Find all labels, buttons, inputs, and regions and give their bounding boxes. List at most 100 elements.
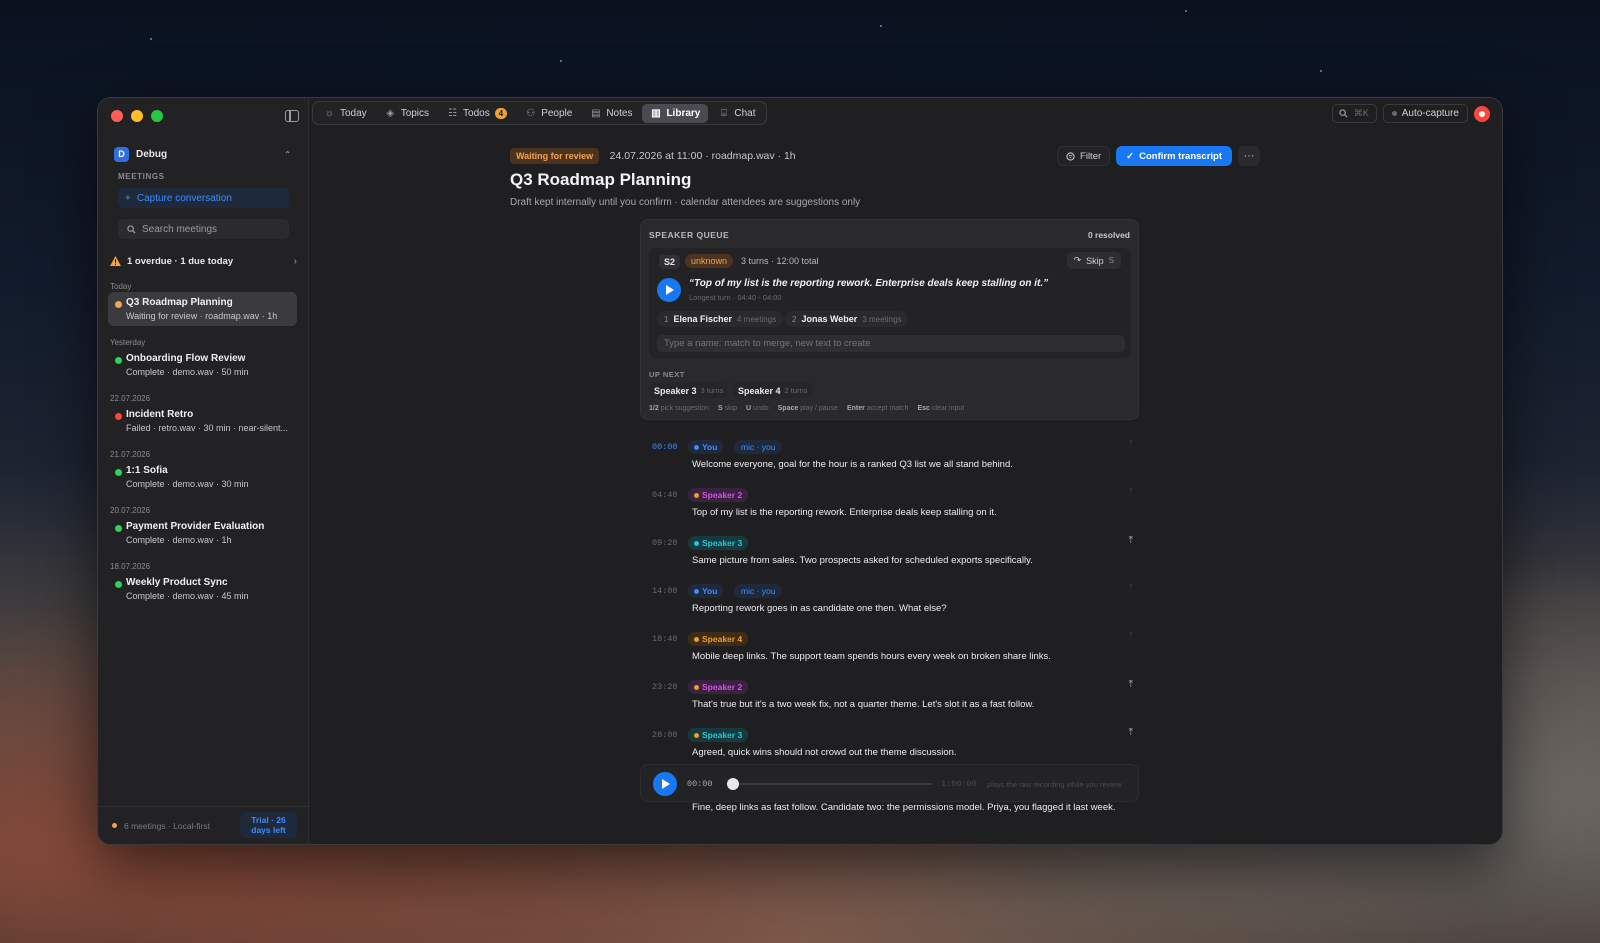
turn-text: Reporting rework goes in as candidate on… bbox=[692, 603, 947, 614]
turn-timestamp[interactable]: 09:20 bbox=[652, 538, 678, 548]
speaker-name-input[interactable] bbox=[657, 335, 1125, 352]
pin-icon[interactable]: ⤒ bbox=[1129, 727, 1133, 738]
more-options-button[interactable]: ··· bbox=[1238, 146, 1260, 166]
turn-text: Same picture from sales. Two prospects a… bbox=[692, 555, 1033, 566]
suggestion-jonas-weber[interactable]: 2 Jonas Weber 3 meetings bbox=[785, 311, 909, 327]
pin-icon[interactable]: ⤒ bbox=[1129, 487, 1133, 498]
speaker-dot bbox=[694, 732, 699, 738]
speaker-chip[interactable]: Speaker 2 bbox=[688, 488, 749, 502]
zoom-window-button[interactable] bbox=[151, 110, 163, 122]
filter-button[interactable]: Filter bbox=[1057, 146, 1111, 166]
speaker-chip[interactable]: Speaker 2 bbox=[688, 680, 749, 694]
turn-text: That's true but it's a two week fix, not… bbox=[692, 699, 1035, 710]
turn-timestamp[interactable]: 04:40 bbox=[652, 490, 678, 500]
star bbox=[150, 38, 152, 40]
page-title: Q3 Roadmap Planning bbox=[510, 170, 692, 189]
turn-text: Agreed, quick wins should not crowd out … bbox=[692, 747, 957, 758]
pin-icon[interactable]: ⤒ bbox=[1129, 439, 1133, 450]
speaker-queue-heading: SPEAKER QUEUE bbox=[649, 230, 730, 240]
up-next-turns: 2 turns bbox=[784, 386, 808, 395]
meeting-item-incident-retro[interactable]: Incident Retro Failed · retro.wav · 30 m… bbox=[108, 404, 297, 438]
transcript-turn[interactable]: 18:40 Speaker 4 Mobile deep links. The s… bbox=[640, 628, 1139, 676]
suggestion-meetings: 4 meetings bbox=[736, 314, 777, 324]
hint: S skip bbox=[717, 405, 738, 412]
up-next-speaker-3[interactable]: Speaker 3 3 turns bbox=[649, 383, 729, 398]
transcript-turn[interactable]: 09:20 Speaker 3 Same picture from sales.… bbox=[640, 532, 1139, 580]
meeting-subtitle: Waiting for review · roadmap.wav · 1h bbox=[126, 311, 278, 321]
minimize-window-button[interactable] bbox=[131, 110, 143, 122]
speaker-chip[interactable]: Speaker 3 bbox=[688, 536, 749, 550]
transcript-turn[interactable]: 23:20 Speaker 2 That's true but it's a t… bbox=[640, 676, 1139, 724]
suggestion-elena-fischer[interactable]: 1 Elena Fischer 4 meetings bbox=[657, 311, 784, 327]
nav-people[interactable]: ⚇ People bbox=[517, 104, 580, 123]
pin-icon[interactable]: ⤒ bbox=[1129, 679, 1133, 690]
turn-text: Top of my list is the reporting rework. … bbox=[692, 507, 997, 518]
nav-label: Topics bbox=[400, 107, 430, 119]
nav-todos[interactable]: ☷ Todos 4 bbox=[439, 104, 515, 123]
transcript-turn[interactable]: 04:40 Speaker 2 Top of my list is the re… bbox=[640, 484, 1139, 532]
turn-timestamp[interactable]: 18:40 bbox=[652, 634, 678, 644]
sun-icon: ☼ bbox=[324, 107, 335, 119]
auto-capture-toggle[interactable]: Auto-capture bbox=[1382, 104, 1468, 123]
turn-timestamp[interactable]: 23:20 bbox=[652, 682, 678, 692]
meeting-title: Q3 Roadmap Planning bbox=[126, 297, 233, 308]
status-dot bbox=[115, 413, 122, 420]
search-icon bbox=[127, 224, 136, 234]
turn-timestamp[interactable]: 28:00 bbox=[652, 730, 678, 740]
meeting-meta: 24.07.2026 at 11:00 · roadmap.wav · 1h bbox=[609, 150, 796, 162]
nav-today[interactable]: ☼ Today bbox=[316, 104, 375, 123]
speaker-chip[interactable]: You bbox=[688, 584, 724, 598]
player-scrub-handle[interactable] bbox=[727, 778, 739, 790]
transcript-turn[interactable]: 00:00 You mic · you Welcome everyone, go… bbox=[640, 436, 1139, 484]
meeting-item-weekly-sync[interactable]: Weekly Product Sync Complete · demo.wav … bbox=[108, 572, 297, 606]
trial-badge[interactable]: Trial · 26 days left bbox=[240, 812, 297, 838]
turn-timestamp[interactable]: 14:00 bbox=[652, 586, 678, 596]
up-next-speaker-4[interactable]: Speaker 4 2 turns bbox=[733, 383, 813, 398]
player-scrubber[interactable] bbox=[729, 783, 932, 785]
meeting-item-sofia[interactable]: 1:1 Sofia Complete · demo.wav · 30 min bbox=[108, 460, 297, 494]
longest-turn: Longest turn · 04:40 - 04:00 bbox=[689, 293, 782, 302]
command-search-button[interactable]: ⌘K bbox=[1331, 104, 1377, 123]
speaker-dot bbox=[694, 588, 699, 594]
player-total-time: 1:00:00 bbox=[941, 779, 977, 789]
sidebar-toggle-icon[interactable] bbox=[285, 110, 299, 122]
suggestion-number: 2 bbox=[792, 314, 797, 324]
nav-label: Chat bbox=[734, 107, 756, 119]
confirm-transcript-button[interactable]: ✓ Confirm transcript bbox=[1116, 146, 1232, 166]
speaker-name: Speaker 3 bbox=[702, 538, 743, 548]
nav-notes[interactable]: ▤ Notes bbox=[582, 104, 640, 123]
nav-label: People bbox=[541, 107, 573, 119]
search-meetings-input[interactable]: Search meetings bbox=[118, 219, 289, 239]
nav-library[interactable]: ▥ Library bbox=[642, 103, 709, 123]
turn-timestamp[interactable]: 00:00 bbox=[652, 442, 678, 452]
nav-topics[interactable]: ◈ Topics bbox=[377, 104, 437, 123]
skip-button[interactable]: ↷ Skip S bbox=[1066, 252, 1121, 269]
pin-icon[interactable]: ⤒ bbox=[1129, 535, 1133, 546]
up-next-name: Speaker 4 bbox=[738, 385, 781, 396]
meeting-subtitle: Complete · demo.wav · 50 min bbox=[126, 367, 249, 377]
pin-icon[interactable]: ⤒ bbox=[1129, 583, 1133, 594]
play-sample-button[interactable] bbox=[657, 278, 681, 302]
close-window-button[interactable] bbox=[111, 110, 123, 122]
local-status-dot bbox=[112, 823, 117, 828]
speaker-chip[interactable]: Speaker 4 bbox=[688, 632, 749, 646]
speaker-id-badge: S2 bbox=[659, 255, 681, 269]
nav-chat[interactable]: ⌸ Chat bbox=[710, 104, 763, 123]
due-alert[interactable]: 1 overdue · 1 due today › bbox=[110, 252, 299, 270]
record-button[interactable] bbox=[1474, 105, 1490, 122]
meeting-item-payment-provider[interactable]: Payment Provider Evaluation Complete · d… bbox=[108, 516, 297, 550]
speaker-chip[interactable]: You bbox=[688, 440, 724, 454]
workspace-switcher[interactable]: D Debug ⌃ bbox=[106, 140, 301, 168]
transcript-turn[interactable]: 14:00 You mic · you Reporting rework goe… bbox=[640, 580, 1139, 628]
meeting-item-onboarding[interactable]: Onboarding Flow Review Complete · demo.w… bbox=[108, 348, 297, 382]
capture-conversation-button[interactable]: + Capture conversation bbox=[118, 188, 289, 208]
up-next-name: Speaker 3 bbox=[654, 385, 697, 396]
checklist-icon: ☷ bbox=[448, 107, 458, 119]
play-recording-button[interactable] bbox=[653, 772, 677, 796]
meeting-item-q3-roadmap[interactable]: Q3 Roadmap Planning Waiting for review ·… bbox=[108, 292, 297, 326]
note-icon: ▤ bbox=[591, 107, 601, 119]
suggestion-number: 1 bbox=[664, 314, 669, 324]
pin-icon[interactable]: ⤒ bbox=[1129, 631, 1133, 642]
sidebar: D Debug ⌃ MEETINGS + Capture conversatio… bbox=[98, 98, 309, 844]
speaker-chip[interactable]: Speaker 3 bbox=[688, 728, 749, 742]
